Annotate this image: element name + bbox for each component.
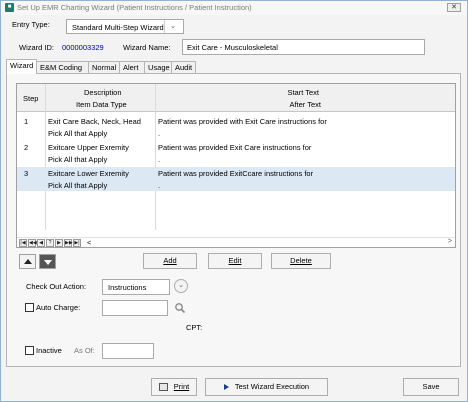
grid-header: Step Description Item Data Type Start Te… [17, 84, 455, 112]
checkout-action-label: Check Out Action: [26, 282, 87, 291]
wizard-name-field[interactable]: Exit Care - Musculoskeletal [182, 39, 425, 55]
delete-button[interactable]: Delete [271, 253, 331, 269]
column-header-description[interactable]: Description [84, 88, 122, 97]
delete-button-label: Delete [290, 256, 312, 265]
step-start-text: Patient was provided with Exit Care inst… [158, 117, 327, 126]
step-after-text: . [158, 155, 161, 164]
wizard-name-label: Wizard Name: [123, 43, 171, 52]
next-record-button[interactable]: ▶ [55, 239, 63, 247]
tab-audit[interactable]: Audit [171, 61, 196, 73]
title-bar: ■ Set Up EMR Charting Wizard (Patient In… [1, 1, 467, 15]
entry-type-value: Standard Multi-Step Wizard [72, 23, 164, 32]
checkout-action-select[interactable]: Instructions [102, 279, 170, 295]
wizard-id-value: 0000003329 [62, 43, 104, 52]
print-button-label: Print [173, 382, 190, 391]
play-icon [223, 384, 229, 391]
window-title: Set Up EMR Charting Wizard (Patient Inst… [17, 3, 252, 12]
step-description: Exitcare Lower Exremity [48, 169, 129, 178]
column-header-after-text[interactable]: After Text [289, 100, 321, 109]
table-row[interactable]: Pick All that Apply . [17, 127, 455, 139]
inactive-label: Inactive [36, 346, 62, 355]
as-of-label: As Of: [74, 346, 95, 355]
table-row[interactable]: 1 Exit Care Back, Neck, Head Patient was… [17, 115, 455, 127]
edit-button[interactable]: Edit [208, 253, 262, 269]
scroll-right-arrow[interactable]: > [448, 238, 452, 245]
print-button[interactable]: Print [151, 378, 197, 396]
entry-type-select[interactable]: Standard Multi-Step Wizard ⌄ [66, 19, 184, 34]
tab-alert[interactable]: Alert [119, 61, 145, 73]
wizard-id-label: Wizard ID: [19, 43, 55, 52]
table-row[interactable]: 2 Exitcare Upper Exremity Patient was pr… [17, 141, 455, 153]
cpt-label: CPT: [186, 323, 203, 332]
column-header-start-text[interactable]: Start Text [287, 88, 319, 97]
printer-icon [158, 383, 168, 392]
app-icon: ■ [5, 3, 14, 12]
entry-type-label: Entry Type: [12, 20, 50, 29]
move-down-button[interactable] [39, 254, 56, 269]
auto-charge-field[interactable] [102, 300, 168, 316]
step-description: Exitcare Upper Exremity [48, 143, 129, 152]
step-number: 2 [24, 143, 29, 152]
steps-grid[interactable]: Step Description Item Data Type Start Te… [16, 83, 456, 248]
step-number: 3 [24, 169, 29, 178]
item-data-type: Pick All that Apply [48, 181, 108, 190]
column-header-step[interactable]: Step [23, 94, 38, 103]
tab-usage[interactable]: Usage [144, 61, 172, 73]
move-up-button[interactable] [19, 254, 36, 269]
as-of-date-field[interactable] [102, 343, 154, 359]
step-after-text: . [158, 181, 161, 190]
wizard-window: ■ Set Up EMR Charting Wizard (Patient In… [0, 0, 468, 402]
save-button[interactable]: Save [403, 378, 459, 396]
prev-record-button[interactable]: ◀ [37, 239, 45, 247]
tab-em-coding[interactable]: E&M Coding [36, 61, 89, 73]
table-row[interactable]: Pick All that Apply . [17, 153, 455, 165]
arrow-down-icon [44, 260, 52, 265]
step-after-text: . [158, 129, 161, 138]
column-header-item-data-type[interactable]: Item Data Type [76, 100, 127, 109]
close-button[interactable]: ✕ [447, 3, 461, 12]
chevron-down-icon: ⌄ [170, 23, 176, 30]
arrow-up-icon [24, 259, 32, 264]
table-row-selected[interactable]: Pick All that Apply . [17, 179, 455, 191]
grid-navigator: |◀ ◀◀ ◀ ? ▶ ▶▶ ▶| < > [17, 237, 455, 247]
step-start-text: Patient was provided Exit Care instructi… [158, 143, 312, 152]
item-data-type: Pick All that Apply [48, 155, 108, 164]
edit-button-label: Edit [228, 256, 242, 265]
test-wizard-label: Test Wizard Execution [234, 382, 310, 391]
search-icon[interactable] [174, 302, 186, 314]
step-start-text: Patient was provided ExitCcare instructi… [158, 169, 314, 178]
auto-charge-checkbox[interactable] [25, 303, 34, 312]
prev-page-button[interactable]: ◀◀ [28, 239, 37, 247]
step-number: 1 [24, 117, 29, 126]
scroll-left-arrow[interactable]: < [87, 238, 91, 247]
tab-normal[interactable]: Normal [88, 61, 120, 73]
inactive-checkbox[interactable] [25, 346, 34, 355]
select-separator [164, 20, 165, 33]
last-record-button[interactable]: ▶| [73, 239, 81, 247]
chevron-down-icon[interactable]: ⌄ [174, 279, 188, 293]
add-button[interactable]: Add [143, 253, 197, 269]
auto-charge-label: Auto Charge: [36, 303, 81, 312]
table-row-selected[interactable]: 3 Exitcare Lower Exremity Patient was pr… [17, 167, 455, 179]
tab-wizard[interactable]: Wizard [6, 59, 37, 74]
next-page-button[interactable]: ▶▶ [64, 239, 73, 247]
step-description: Exit Care Back, Neck, Head [48, 117, 141, 126]
test-wizard-button[interactable]: Test Wizard Execution [205, 378, 328, 396]
first-record-button[interactable]: |◀ [19, 239, 27, 247]
help-button[interactable]: ? [46, 239, 54, 247]
add-button-label: Add [163, 256, 177, 265]
item-data-type: Pick All that Apply [48, 129, 108, 138]
